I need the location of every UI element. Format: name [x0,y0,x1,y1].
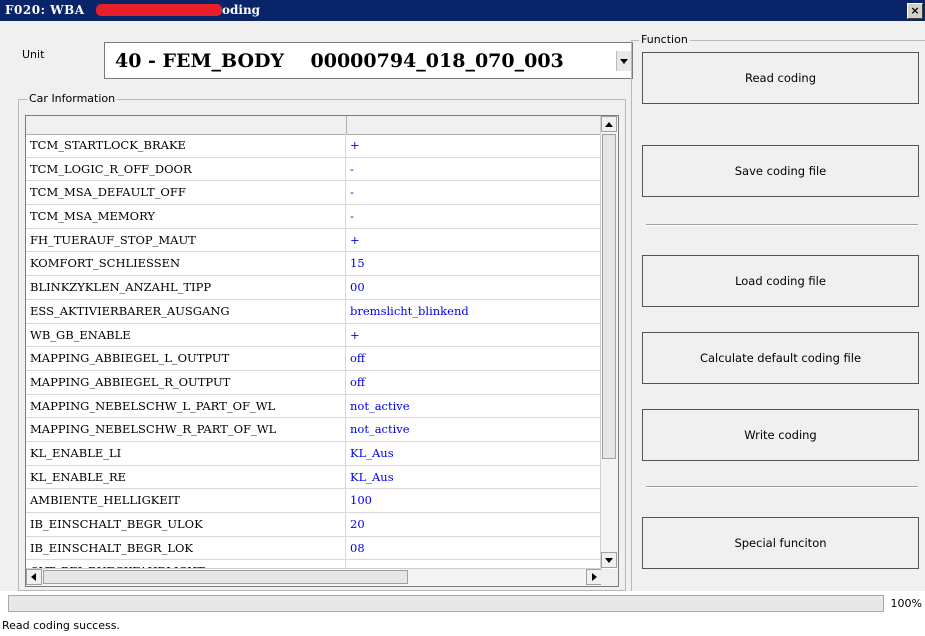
left-panel: Unit 40 - FEM_BODY 00000794_018_070_003 … [8,24,633,591]
unit-dropdown-value: 40 - FEM_BODY 00000794_018_070_003 [115,50,564,72]
coding-parameter-value[interactable]: KL_Aus [350,466,394,489]
read-coding-button[interactable]: Read coding [642,52,919,104]
coding-parameter-name: BLINKZYKLEN_ANZAHL_TIPP [26,276,346,299]
coding-parameter-name: TCM_MSA_MEMORY [26,205,346,228]
table-row[interactable]: MAPPING_ABBIEGEL_R_OUTPUT off [26,370,602,395]
title-bar: F020: WBA oding × [0,0,925,21]
coding-parameter-value[interactable]: bremslicht_blinkend [350,300,469,323]
coding-parameter-value[interactable]: off [350,371,365,394]
table-row[interactable]: KL_ENABLE_LI KL_Aus [26,441,602,466]
window-title: F020: WBA [5,3,85,17]
scroll-up-arrow-icon[interactable] [601,116,617,132]
horizontal-scrollbar[interactable] [26,568,602,586]
close-button[interactable]: × [907,3,923,19]
coding-parameter-name: TCM_LOGIC_R_OFF_DOOR [26,157,346,181]
coding-parameter-value[interactable]: - [350,158,354,181]
coding-parameter-name: MAPPING_NEBELSCHW_R_PART_OF_WL [26,418,346,441]
coding-parameter-name: AMBIENTE_HELLIGKEIT [26,489,346,512]
coding-parameter-value[interactable]: + [350,324,360,347]
status-text: Read coding success. [2,619,120,632]
unit-dropdown[interactable]: 40 - FEM_BODY 00000794_018_070_003 [104,42,633,79]
coding-parameter-value[interactable]: off [350,347,365,370]
coding-parameter-value[interactable]: + [350,134,360,157]
grid-header-name-column[interactable] [26,116,347,134]
function-group: Function Read coding Save coding file Lo… [631,33,925,591]
coding-parameter-value[interactable]: not_active [350,395,410,418]
coding-parameter-name: IB_EINSCHALT_BEGR_ULOK [26,513,346,536]
coding-parameter-value[interactable]: not_active [350,418,410,441]
table-row[interactable]: MAPPING_NEBELSCHW_L_PART_OF_WL not_active [26,394,602,419]
coding-parameter-value[interactable]: KL_Aus [350,442,394,465]
save-coding-file-button[interactable]: Save coding file [642,145,919,197]
coding-parameter-value[interactable]: 08 [350,537,365,560]
function-separator [646,486,918,488]
coding-parameter-name: MAPPING_ABBIEGEL_R_OUTPUT [26,370,346,394]
table-row[interactable]: TCM_MSA_DEFAULT_OFF - [26,181,602,206]
scroll-right-arrow-icon[interactable] [586,569,602,585]
coding-parameter-name: TCM_MSA_DEFAULT_OFF [26,181,346,205]
coding-parameter-value[interactable]: 20 [350,513,365,536]
horizontal-scroll-thumb[interactable] [43,570,408,584]
table-row[interactable]: FH_TUERAUF_STOP_MAUT + [26,228,602,253]
coding-parameter-name: KOMFORT_SCHLIESSEN [26,252,346,276]
coding-parameter-value[interactable]: - [350,205,354,228]
coding-parameter-value[interactable]: 100 [350,489,372,512]
load-coding-file-button[interactable]: Load coding file [642,255,919,307]
table-row[interactable]: WB_GB_ENABLE + [26,323,602,348]
unit-label: Unit [22,48,45,61]
table-row[interactable]: KOMFORT_SCHLIESSEN 15 [26,252,602,277]
grid-rows: TCM_STARTLOCK_BRAKE + TCM_LOGIC_R_OFF_DOOR… [26,134,602,585]
function-separator [646,224,918,226]
table-row[interactable]: TCM_MSA_MEMORY - [26,205,602,229]
coding-grid[interactable]: TCM_STARTLOCK_BRAKE + TCM_LOGIC_R_OFF_DOOR… [25,115,619,587]
title-redaction-mark [96,4,222,16]
progress-percent: 100% [890,597,922,610]
table-row[interactable]: AMBIENTE_HELLIGKEIT 100 [26,489,602,513]
write-coding-button[interactable]: Write coding [642,409,919,461]
table-row[interactable]: IB_EINSCHALT_BEGR_LOK 08 [26,536,602,561]
coding-parameter-value[interactable]: 00 [350,276,365,299]
window-title-suffix: oding [222,3,261,17]
coding-parameter-name: IB_EINSCHALT_BEGR_LOK [26,536,346,560]
table-row[interactable]: BLINKZYKLEN_ANZAHL_TIPP 00 [26,276,602,300]
scroll-left-arrow-icon[interactable] [26,569,42,585]
car-information-group: Car Information TCM_STARTLOCK_BRAKE + TCM_… [18,92,626,591]
coding-parameter-name: ESS_AKTIVIERBARER_AUSGANG [26,299,346,323]
coding-parameter-name: TCM_STARTLOCK_BRAKE [26,134,346,157]
vertical-scroll-thumb[interactable] [602,134,616,459]
table-row[interactable]: ESS_AKTIVIERBARER_AUSGANG bremslicht_blin… [26,299,602,324]
table-row[interactable]: TCM_STARTLOCK_BRAKE + [26,134,602,158]
coding-parameter-value[interactable]: - [350,181,354,204]
table-row[interactable]: IB_EINSCHALT_BEGR_ULOK 20 [26,513,602,537]
coding-parameter-value[interactable]: 15 [350,252,365,275]
coding-parameter-name: KL_ENABLE_RE [26,465,346,489]
function-legend: Function [639,33,690,46]
calculate-default-coding-button[interactable]: Calculate default coding file [642,332,919,384]
coding-parameter-name: MAPPING_ABBIEGEL_L_OUTPUT [26,347,346,370]
table-row[interactable]: KL_ENABLE_RE KL_Aus [26,465,602,490]
scroll-down-arrow-icon[interactable] [601,552,617,568]
car-information-legend: Car Information [27,92,118,105]
status-bar: Read coding success. [0,617,925,636]
coding-parameter-value[interactable]: + [350,229,360,252]
coding-parameter-name: MAPPING_NEBELSCHW_L_PART_OF_WL [26,394,346,418]
coding-parameter-name: KL_ENABLE_LI [26,441,346,465]
vertical-scrollbar[interactable] [600,116,618,568]
window-client-area: Unit 40 - FEM_BODY 00000794_018_070_003 … [0,21,925,591]
coding-parameter-name: FH_TUERAUF_STOP_MAUT [26,228,346,252]
grid-header [26,116,602,135]
chevron-down-icon[interactable] [616,51,631,71]
table-row[interactable]: MAPPING_NEBELSCHW_R_PART_OF_WL not_active [26,418,602,442]
special-function-button[interactable]: Special funciton [642,517,919,569]
coding-parameter-name: WB_GB_ENABLE [26,323,346,347]
grid-corner [601,569,618,586]
table-row[interactable]: TCM_LOGIC_R_OFF_DOOR - [26,157,602,182]
table-row[interactable]: MAPPING_ABBIEGEL_L_OUTPUT off [26,347,602,371]
progress-bar [8,595,884,612]
